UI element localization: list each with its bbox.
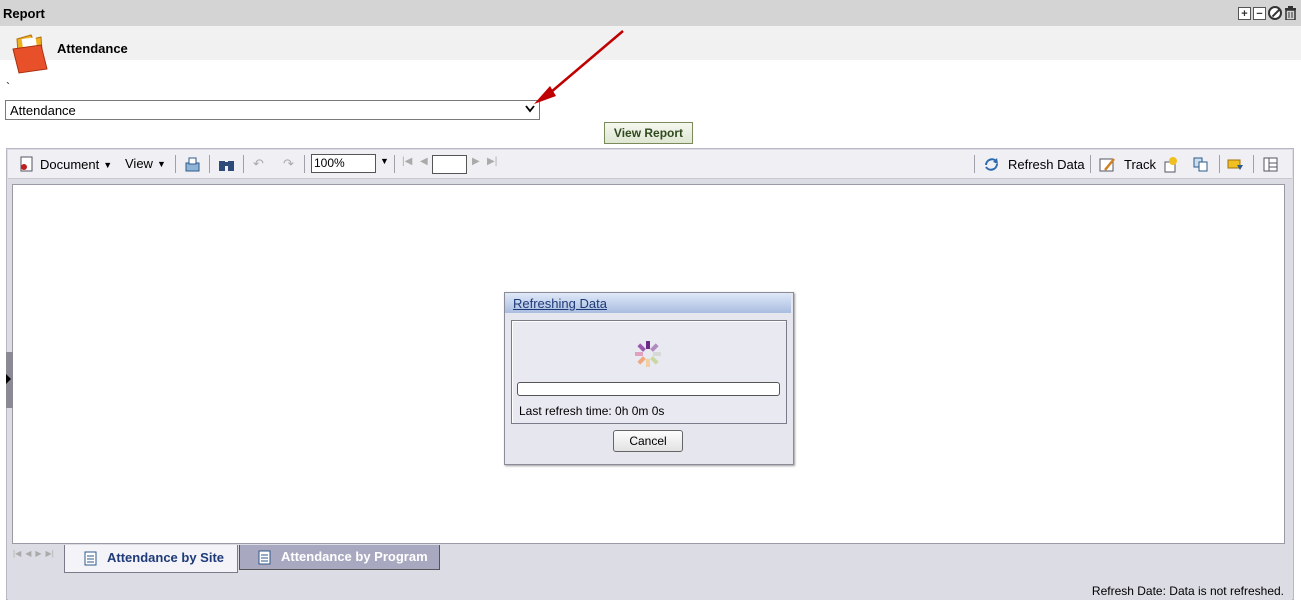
track-label: Track	[1124, 157, 1157, 172]
report-subheader	[0, 26, 1301, 60]
caret-down-icon: ▼	[380, 156, 389, 166]
panel-toggle-button[interactable]	[1262, 156, 1279, 173]
binoculars-icon	[219, 161, 234, 171]
next-tab-icon[interactable]: ▶	[35, 549, 41, 561]
block-icon[interactable]	[1268, 6, 1282, 20]
report-page-icon	[84, 551, 97, 566]
track-changes-button[interactable]	[1163, 156, 1180, 173]
filter-icon	[1227, 159, 1243, 170]
panel-icon	[1263, 157, 1278, 172]
next-page-button[interactable]: ▶	[472, 156, 480, 167]
page-number-input[interactable]	[432, 155, 467, 174]
undo-icon: ↶	[253, 156, 264, 171]
annotation-arrow-icon	[534, 30, 624, 104]
outline-icon	[1193, 157, 1208, 172]
page-title: Attendance	[57, 41, 128, 56]
find-button[interactable]	[218, 156, 235, 173]
last-refresh-time: Last refresh time: 0h 0m 0s	[519, 404, 665, 418]
tab-label: Attendance by Program	[281, 549, 428, 564]
report-select[interactable]: Attendance	[5, 100, 540, 120]
last-page-icon: ▶|	[487, 156, 498, 167]
track-button[interactable]: Track	[1099, 156, 1156, 173]
toolbar-divider	[1219, 155, 1220, 173]
prev-tab-icon[interactable]: ◀	[25, 549, 31, 561]
view-menu[interactable]: View ▼	[125, 156, 166, 171]
prev-page-icon: ◀	[420, 156, 428, 167]
loading-spinner-icon	[635, 341, 661, 367]
toolbar-divider	[209, 155, 210, 173]
prev-page-button[interactable]: ◀	[420, 156, 428, 167]
expand-icon[interactable]: +	[1238, 6, 1251, 20]
toolbar-divider	[974, 155, 975, 173]
toolbar-divider	[394, 155, 395, 173]
first-page-button[interactable]: |◀	[402, 156, 412, 167]
expand-arrow-icon[interactable]	[6, 374, 11, 384]
report-select-value: Attendance	[10, 103, 76, 118]
highlight-icon	[1164, 157, 1177, 173]
refresh-data-label: Refresh Data	[1008, 157, 1085, 172]
refresh-progress-bar	[517, 382, 780, 396]
first-page-icon: |◀	[402, 156, 413, 167]
window-controls: + −	[1238, 4, 1297, 22]
view-menu-label: View	[125, 156, 153, 171]
cancel-button[interactable]: Cancel	[613, 430, 683, 452]
trash-icon[interactable]	[1284, 6, 1297, 21]
export-icon	[185, 157, 200, 172]
filter-button[interactable]	[1227, 156, 1244, 173]
header-bar	[0, 0, 1301, 26]
view-report-button[interactable]: View Report	[604, 122, 693, 144]
toolbar-divider	[304, 155, 305, 173]
caret-down-icon: ▼	[103, 159, 113, 170]
toolbar-divider	[175, 155, 176, 173]
backtick-text: `	[6, 80, 10, 94]
document-menu-label: Document	[40, 157, 100, 172]
report-title: Report	[3, 6, 45, 21]
redo-icon: ↷	[283, 156, 294, 171]
document-menu[interactable]: Document ▼	[18, 156, 112, 173]
undo-button[interactable]: ↶	[253, 156, 264, 172]
tab-label: Attendance by Site	[107, 550, 225, 565]
dialog-title: Refreshing Data	[513, 296, 607, 311]
tab-navigation: |◀ ◀ ▶ ▶|	[13, 549, 63, 561]
track-icon	[1099, 158, 1115, 172]
toolbar-divider	[243, 155, 244, 173]
refresh-data-button[interactable]: Refresh Data	[983, 156, 1085, 173]
first-tab-icon[interactable]: |◀	[13, 549, 21, 561]
zoom-dropdown[interactable]: ▼	[380, 156, 389, 166]
toolbar-divider	[1090, 155, 1091, 173]
export-button[interactable]	[184, 156, 201, 173]
tab-attendance-by-site[interactable]: Attendance by Site	[64, 545, 238, 573]
zoom-input[interactable]: 100%	[311, 154, 376, 173]
last-tab-icon[interactable]: ▶|	[46, 549, 54, 561]
tab-attendance-by-program[interactable]: Attendance by Program	[239, 545, 440, 570]
collapse-icon[interactable]: −	[1253, 6, 1266, 20]
report-page-icon	[258, 550, 271, 565]
document-icon	[20, 156, 33, 172]
redo-button[interactable]: ↷	[283, 156, 294, 172]
refresh-icon	[985, 158, 998, 171]
next-page-icon: ▶	[472, 156, 480, 167]
folder-icon	[12, 34, 48, 74]
last-page-button[interactable]: ▶|	[487, 156, 497, 167]
outline-button[interactable]	[1192, 156, 1209, 173]
refresh-date-status: Refresh Date: Data is not refreshed.	[1091, 584, 1284, 598]
toolbar-divider	[1253, 155, 1254, 173]
caret-down-icon: ▼	[156, 158, 166, 169]
